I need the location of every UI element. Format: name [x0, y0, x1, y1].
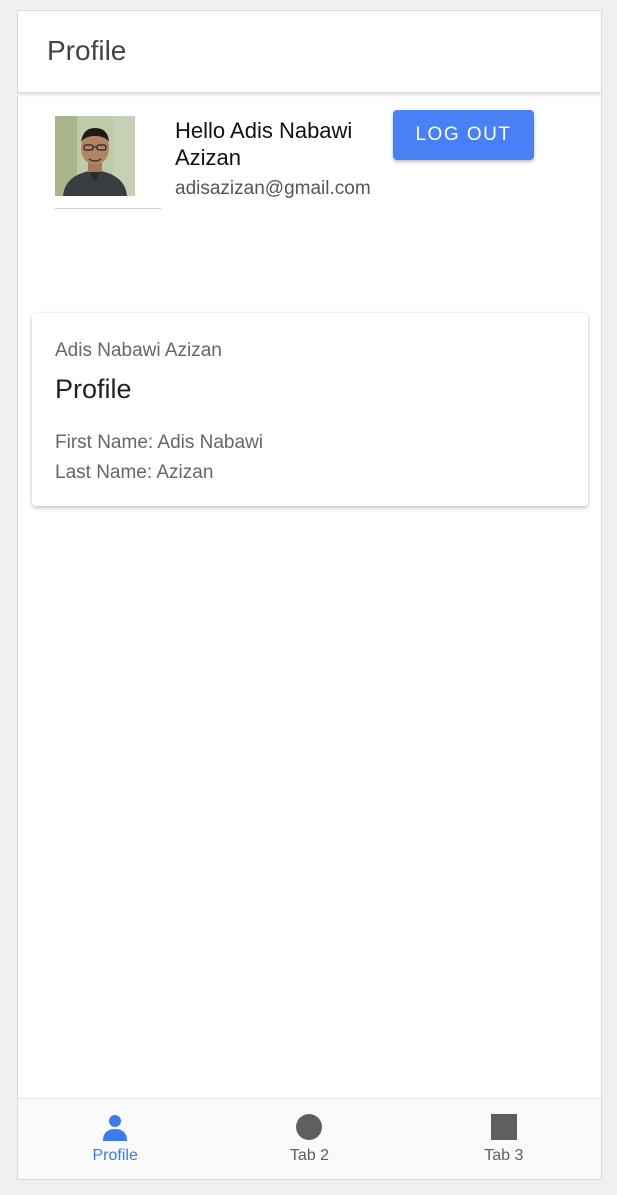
tab-2[interactable]: Tab 2 [212, 1099, 406, 1179]
logout-button[interactable]: LOG OUT [393, 110, 534, 160]
tab-profile[interactable]: Profile [18, 1099, 212, 1179]
card-subtitle: Adis Nabawi Azizan [55, 340, 222, 361]
circle-icon [296, 1114, 323, 1140]
person-icon [103, 1115, 128, 1141]
avatar [55, 116, 135, 196]
tab-3[interactable]: Tab 3 [407, 1099, 601, 1179]
user-photo-icon [55, 116, 135, 196]
user-email: adisazizan@gmail.com [175, 178, 371, 199]
avatar-container [55, 116, 161, 209]
profile-card: Adis Nabawi Azizan Profile First Name: A… [32, 313, 588, 506]
user-info-row: Hello Adis Nabawi Azizan adisazizan@gmai… [18, 109, 601, 219]
first-name-text: First Name: Adis Nabawi [55, 432, 264, 453]
tab-label: Tab 3 [484, 1147, 524, 1164]
page-title: Profile [47, 35, 127, 66]
greeting-text: Hello Adis Nabawi Azizan [175, 118, 353, 170]
card-title: Profile [55, 374, 132, 404]
app-screen: Profile Hello Adis Nabawi Azizan adisazi… [17, 10, 602, 1180]
square-icon [490, 1114, 517, 1140]
tab-label: Profile [92, 1147, 138, 1164]
header-toolbar: Profile [18, 11, 601, 93]
last-name-text: Last Name: Azizan [55, 462, 214, 483]
bottom-tab-bar: Profile Tab 2 Tab 3 [18, 1098, 601, 1179]
tab-label: Tab 2 [289, 1147, 330, 1164]
